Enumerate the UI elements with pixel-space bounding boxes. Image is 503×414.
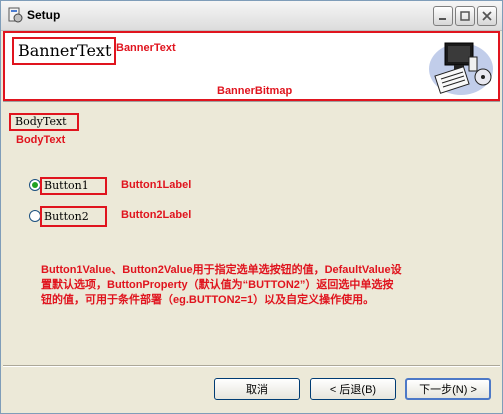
back-button[interactable]: < 后退(B) [310, 378, 396, 400]
button2-label-annotation: Button2Label [121, 209, 192, 221]
description-line-2: 置默认选项，ButtonProperty（默认值为“BUTTON2”）返回选中单… [41, 279, 394, 291]
close-icon [482, 11, 492, 21]
maximize-button[interactable] [455, 6, 475, 26]
footer-separator [3, 365, 500, 367]
computer-icon [429, 42, 493, 95]
description-line-3: 钮的值，可用于条件部署（eg.BUTTON2=1）以及自定义操作使用。 [41, 294, 375, 306]
maximize-icon [460, 11, 470, 21]
setup-app-icon [8, 7, 23, 23]
body-text: BodyText [15, 115, 67, 128]
radio-selected-dot [32, 182, 38, 188]
close-button[interactable] [477, 6, 497, 26]
banner: BannerText BannerText BannerBitmap [3, 31, 500, 102]
cancel-button[interactable]: 取消 [214, 378, 300, 400]
title-bar: Setup [1, 1, 502, 31]
button1-label-annotation: Button1Label [121, 179, 192, 191]
banner-text-annotation: BannerText [116, 42, 176, 54]
description-annotation: Button1Value、Button2Value用于指定选单选按钮的值，Def… [41, 263, 451, 308]
button1-label[interactable]: Button1 [44, 179, 89, 192]
body-text-annotation: BodyText [16, 134, 66, 146]
minimize-button[interactable] [433, 6, 453, 26]
description-line-1: Button1Value、Button2Value用于指定选单选按钮的值，Def… [41, 264, 402, 276]
setup-window: Setup BannerText BannerText BannerBitmap [0, 0, 503, 414]
banner-bitmap-annotation: BannerBitmap [217, 85, 293, 97]
button2-label[interactable]: Button2 [44, 210, 89, 223]
next-button[interactable]: 下一步(N) > [405, 378, 491, 400]
minimize-icon [439, 18, 446, 20]
banner-text: BannerText [18, 41, 112, 60]
window-title: Setup [27, 8, 61, 22]
